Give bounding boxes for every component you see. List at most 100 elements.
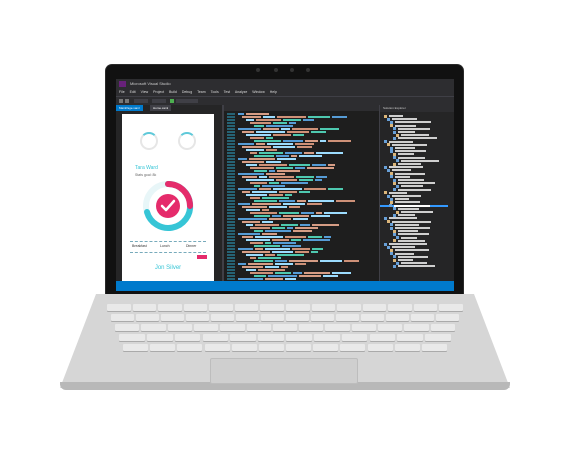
key[interactable]	[261, 314, 284, 321]
key[interactable]	[186, 314, 209, 321]
key[interactable]	[367, 344, 393, 351]
key[interactable]	[430, 324, 455, 331]
menu-view[interactable]: View	[141, 90, 149, 94]
key[interactable]	[351, 324, 377, 331]
key[interactable]	[123, 344, 149, 351]
tree-item[interactable]	[380, 204, 448, 208]
menu-test[interactable]: Test	[224, 90, 230, 94]
key[interactable]	[174, 334, 201, 341]
key[interactable]	[211, 314, 234, 321]
key[interactable]	[220, 324, 245, 331]
key[interactable]	[150, 344, 176, 351]
menu-file[interactable]: File	[119, 90, 125, 94]
key[interactable]	[404, 324, 429, 331]
key[interactable]	[361, 314, 384, 321]
key[interactable]	[146, 334, 173, 341]
key[interactable]	[272, 324, 298, 331]
key[interactable]	[413, 304, 438, 311]
key[interactable]	[158, 304, 182, 311]
key[interactable]	[234, 304, 259, 311]
meal-lunch[interactable]: Lunch	[160, 244, 170, 248]
run-icon[interactable]	[170, 99, 174, 103]
meal-dinner[interactable]: Dinner	[186, 244, 196, 248]
key[interactable]	[336, 314, 359, 321]
key[interactable]	[340, 344, 366, 351]
solution-explorer: Solution Explorer	[379, 105, 454, 281]
key[interactable]	[286, 314, 309, 321]
key[interactable]	[115, 324, 140, 331]
menu-team[interactable]: Team	[197, 90, 206, 94]
key[interactable]	[394, 344, 420, 351]
target-dropdown[interactable]	[176, 99, 198, 103]
menu-window[interactable]: Window	[252, 90, 264, 94]
key[interactable]	[136, 314, 159, 321]
key[interactable]	[167, 324, 192, 331]
menu-build[interactable]: Build	[169, 90, 177, 94]
platform-dropdown[interactable]	[152, 99, 166, 103]
menu-analyze[interactable]: Analyze	[235, 90, 247, 94]
key[interactable]	[439, 304, 463, 311]
key[interactable]	[236, 314, 259, 321]
add-button[interactable]	[197, 255, 207, 259]
key[interactable]	[386, 314, 409, 321]
back-icon[interactable]	[119, 99, 123, 103]
tree-item-label	[389, 115, 403, 117]
key[interactable]	[209, 304, 233, 311]
key[interactable]	[183, 304, 208, 311]
key[interactable]	[411, 314, 434, 321]
menu-debug[interactable]: Debug	[182, 90, 192, 94]
menu-edit[interactable]: Edit	[130, 90, 136, 94]
key[interactable]	[311, 304, 336, 311]
key[interactable]	[260, 304, 284, 311]
tab-home[interactable]: Home.xaml	[150, 105, 172, 111]
key[interactable]	[202, 334, 229, 341]
config-dropdown[interactable]	[134, 99, 148, 103]
key[interactable]	[311, 314, 334, 321]
key[interactable]	[230, 334, 257, 341]
key[interactable]	[425, 334, 451, 341]
line-number	[227, 227, 235, 229]
key[interactable]	[362, 304, 387, 311]
key[interactable]	[246, 324, 271, 331]
key[interactable]	[177, 344, 203, 351]
key[interactable]	[204, 344, 230, 351]
xaml-code-editor[interactable]	[224, 105, 380, 281]
menu-project[interactable]: Project	[153, 90, 164, 94]
key[interactable]	[258, 334, 284, 341]
key[interactable]	[286, 334, 312, 341]
line-number	[227, 128, 235, 130]
menu-bar[interactable]: File Edit View Project Build Debug Team …	[116, 89, 454, 96]
key[interactable]	[286, 344, 312, 351]
key[interactable]	[378, 324, 403, 331]
key[interactable]	[397, 334, 424, 341]
code-token	[312, 164, 326, 166]
key[interactable]	[231, 344, 257, 351]
menu-tools[interactable]: Tools	[211, 90, 219, 94]
forward-icon[interactable]	[125, 99, 129, 103]
meal-breakfast[interactable]: Breakfast	[132, 244, 147, 248]
key[interactable]	[111, 314, 134, 321]
key[interactable]	[299, 324, 324, 331]
key[interactable]	[193, 324, 219, 331]
key[interactable]	[436, 314, 459, 321]
menu-help[interactable]: Help	[270, 90, 277, 94]
key[interactable]	[369, 334, 396, 341]
trackpad[interactable]	[210, 358, 358, 384]
key[interactable]	[313, 334, 340, 341]
key[interactable]	[388, 304, 412, 311]
key[interactable]	[119, 334, 145, 341]
key[interactable]	[132, 304, 157, 311]
key[interactable]	[421, 344, 447, 351]
tree-item-label	[395, 124, 416, 127]
key[interactable]	[337, 304, 361, 311]
key[interactable]	[258, 344, 284, 351]
key[interactable]	[341, 334, 368, 341]
tree-item-label	[395, 249, 429, 252]
key[interactable]	[325, 324, 350, 331]
key[interactable]	[141, 324, 166, 331]
key[interactable]	[161, 314, 184, 321]
key[interactable]	[286, 304, 310, 311]
key[interactable]	[107, 304, 131, 311]
tab-mainpage[interactable]: MainPage.xaml	[116, 105, 143, 111]
key[interactable]	[313, 344, 339, 351]
